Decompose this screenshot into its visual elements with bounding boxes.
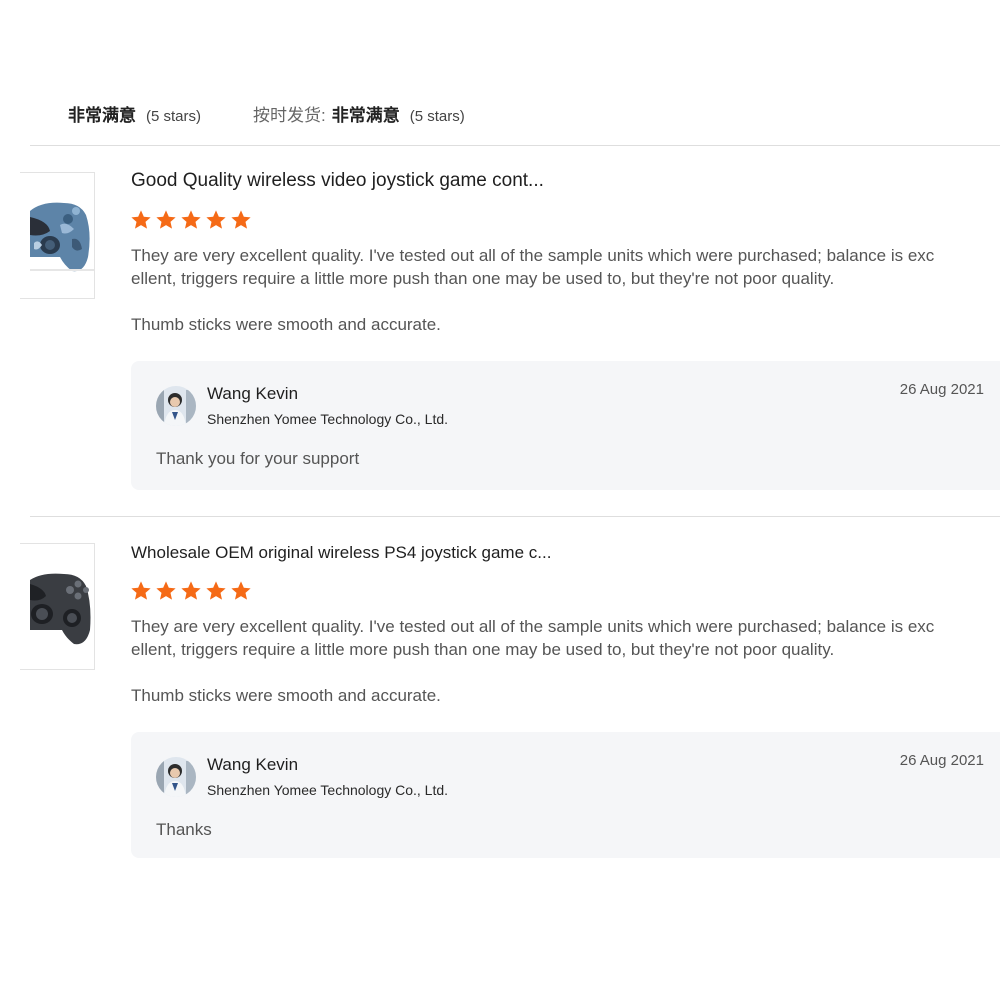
star-icon: [131, 581, 151, 600]
star-icon: [231, 210, 251, 229]
overall-rating-stars: (5 stars): [146, 108, 202, 125]
seller-reply: Wang Kevin Shenzhen Yomee Technology Co.…: [131, 361, 1000, 490]
shipping-rating: 按时发货: 非常满意 (5 stars): [253, 101, 465, 126]
review-text-line: ellent, triggers require a little more p…: [131, 269, 835, 288]
review-body: They are very excellent quality. I've te…: [131, 244, 971, 336]
review-text-line: ellent, triggers require a little more p…: [131, 640, 835, 659]
product-title[interactable]: Good Quality wireless video joystick gam…: [131, 170, 544, 192]
reviews-page: 非常满意 (5 stars) 按时发货: 非常满意 (5 stars) Good…: [0, 0, 1000, 1000]
black-gamepad-image: [30, 573, 91, 645]
rating-summary: 非常满意 (5 stars) 按时发货: 非常满意 (5 stars): [68, 101, 465, 126]
star-icon: [131, 210, 151, 229]
review-text-paragraph: Thumb sticks were smooth and accurate.: [131, 686, 441, 705]
review-text-line: They are very excellent quality. I've te…: [131, 617, 935, 636]
camo-blue-gamepad-image: [30, 202, 94, 272]
star-icon: [181, 210, 201, 229]
review-text-line: They are very excellent quality. I've te…: [131, 246, 935, 265]
product-thumbnail[interactable]: [20, 172, 95, 299]
star-rating: [130, 580, 252, 602]
reply-text: Thanks: [156, 820, 212, 839]
review-body: They are very excellent quality. I've te…: [131, 615, 971, 707]
star-icon: [156, 210, 176, 229]
product-thumbnail[interactable]: [20, 543, 95, 670]
star-icon: [206, 581, 226, 600]
shipping-rating-label: 非常满意: [331, 106, 400, 125]
reply-date: 26 Aug 2021: [899, 752, 984, 769]
star-icon: [181, 581, 201, 600]
avatar: [156, 757, 196, 797]
review-text-paragraph: Thumb sticks were smooth and accurate.: [131, 315, 441, 334]
star-icon: [206, 210, 226, 229]
review-divider: [30, 516, 1000, 517]
reply-author-name: Wang Kevin: [207, 384, 299, 403]
reply-date: 26 Aug 2021: [899, 381, 984, 398]
reply-company-name: Shenzhen Yomee Technology Co., Ltd.: [207, 782, 449, 798]
shipping-rating-stars: (5 stars): [409, 108, 465, 125]
reply-text: Thank you for your support: [156, 449, 360, 468]
shipping-rating-prefix: 按时发货:: [253, 106, 326, 125]
star-icon: [156, 581, 176, 600]
summary-divider: [30, 145, 1000, 146]
reply-company-name: Shenzhen Yomee Technology Co., Ltd.: [207, 411, 449, 427]
product-title[interactable]: Wholesale OEM original wireless PS4 joys…: [131, 543, 551, 563]
seller-reply: Wang Kevin Shenzhen Yomee Technology Co.…: [131, 732, 1000, 858]
star-rating: [130, 209, 252, 231]
avatar: [156, 386, 196, 426]
overall-rating-label: 非常满意: [68, 106, 136, 125]
reply-author-name: Wang Kevin: [207, 755, 299, 774]
star-icon: [231, 581, 251, 600]
